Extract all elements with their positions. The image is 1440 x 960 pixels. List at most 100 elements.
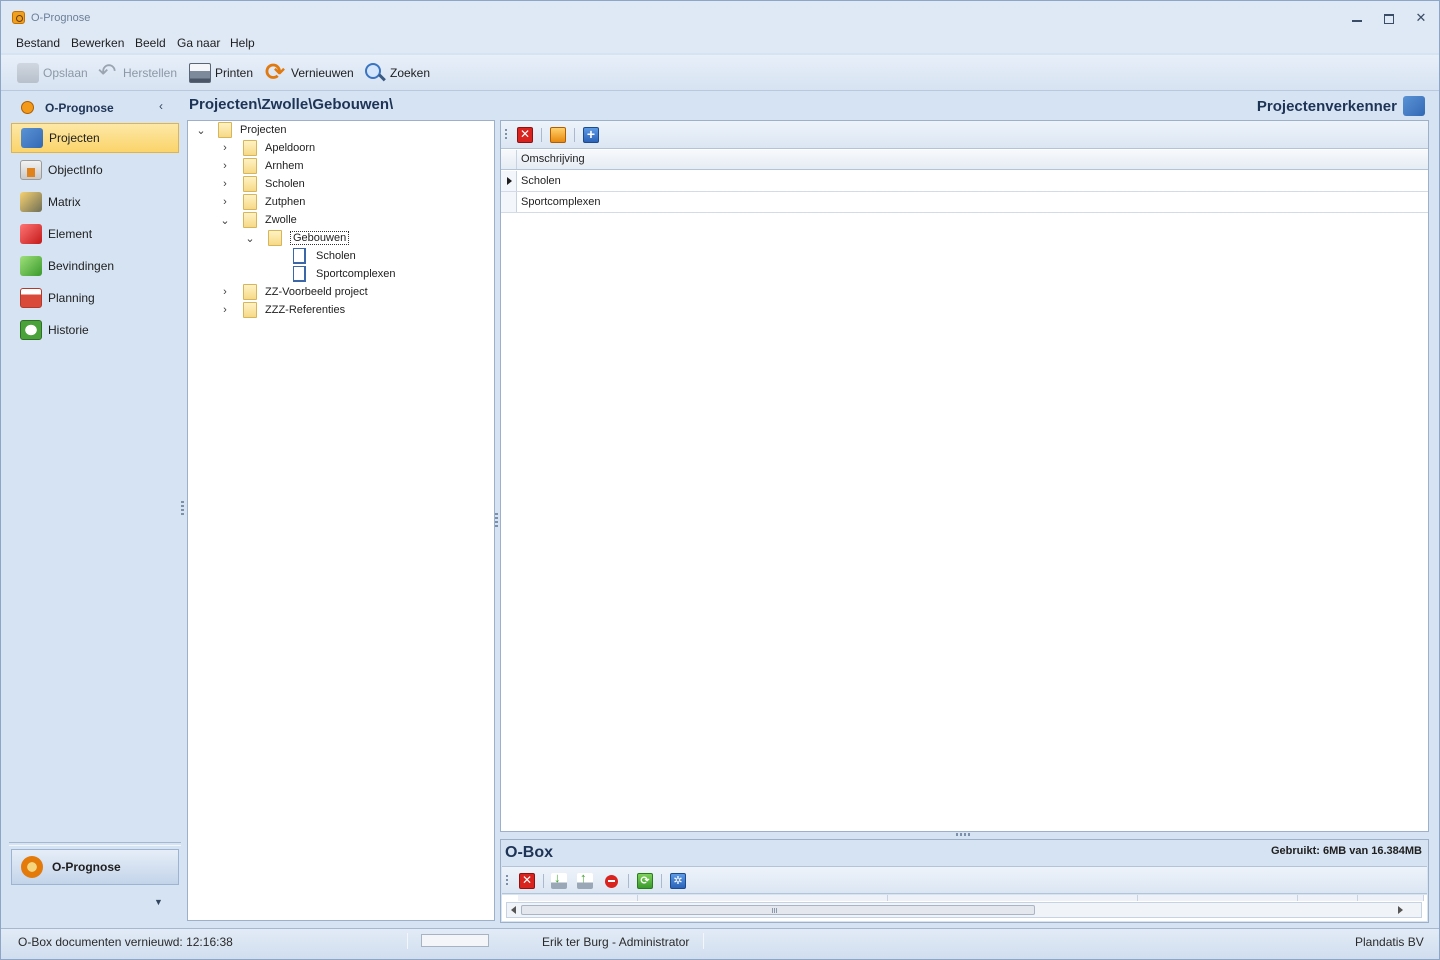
- nav-item-projecten[interactable]: Projecten: [11, 123, 179, 153]
- nav-bottom-o-prognose[interactable]: O-Prognose: [11, 849, 179, 885]
- menu-bestand[interactable]: Bestand: [16, 36, 60, 50]
- app-window: O-Prognose ✕ Bestand Bewerken Beeld Ga n…: [0, 0, 1440, 960]
- chevron-down-icon[interactable]: ▼: [154, 897, 163, 907]
- scroll-left-icon[interactable]: [511, 906, 516, 914]
- chevron-right-icon[interactable]: ›: [218, 304, 232, 316]
- folder-icon: [243, 212, 257, 228]
- matrix-folder-icon: [20, 192, 42, 212]
- obox-download-button[interactable]: [551, 870, 567, 889]
- chevron-down-icon[interactable]: ⌄: [194, 124, 208, 137]
- nav-header: O-Prognose ‹: [9, 94, 181, 120]
- folder-icon: [243, 284, 257, 300]
- toolbar-grip[interactable]: [505, 129, 507, 141]
- nav-item-label: Element: [48, 227, 93, 241]
- obox-column-header[interactable]: [638, 895, 888, 901]
- print-button[interactable]: Printen: [189, 62, 253, 84]
- chevron-down-icon[interactable]: ⌄: [243, 232, 257, 245]
- project-tree: ⌄ Projecten › Apeldoorn › Arnhem › Schol…: [187, 120, 495, 921]
- nav-header-title: O-Prognose: [45, 101, 114, 115]
- table-row[interactable]: Scholen: [501, 171, 1428, 192]
- tree-node-zzz-referenties[interactable]: › ZZZ-Referenties: [218, 301, 345, 319]
- nav-splitter-grip[interactable]: [181, 501, 184, 515]
- obox-column-header[interactable]: [888, 895, 1138, 901]
- tree-node-zwolle[interactable]: ⌄ Zwolle: [218, 211, 297, 229]
- toolbar-separator: [574, 128, 575, 142]
- delete-button[interactable]: ✕: [517, 127, 533, 143]
- tree-node-gebouwen-sportcomplexen[interactable]: Sportcomplexen: [293, 265, 396, 283]
- nav-item-planning[interactable]: Planning: [11, 283, 179, 313]
- chevron-right-icon[interactable]: ›: [218, 196, 232, 208]
- chevron-down-icon[interactable]: ⌄: [218, 214, 232, 227]
- tree-splitter-grip[interactable]: [495, 513, 498, 527]
- document-icon: [293, 248, 306, 264]
- chevron-right-icon[interactable]: ›: [218, 142, 232, 154]
- projects-explorer-icon: [1403, 96, 1425, 116]
- save-button[interactable]: Opslaan: [17, 62, 88, 84]
- undo-button[interactable]: Herstellen: [97, 59, 177, 85]
- menu-ga-naar[interactable]: Ga naar: [177, 36, 220, 50]
- menu-bewerken[interactable]: Bewerken: [71, 36, 124, 50]
- table-row[interactable]: Sportcomplexen: [501, 192, 1428, 213]
- chevron-right-icon[interactable]: ›: [218, 160, 232, 172]
- nav-item-bevindingen[interactable]: Bevindingen: [11, 251, 179, 281]
- details-grid-panel: ✕ + Omschrijving Scholen Sportcomplexen: [500, 120, 1429, 832]
- obox-settings-button[interactable]: ✲: [670, 873, 686, 889]
- menu-beeld[interactable]: Beeld: [135, 36, 166, 50]
- nav-item-matrix[interactable]: Matrix: [11, 187, 179, 217]
- chevron-right-icon[interactable]: ›: [218, 178, 232, 190]
- obox-grid: [502, 895, 1427, 921]
- tree-node-arnhem[interactable]: › Arnhem: [218, 157, 304, 175]
- obox-toolbar: ✕ ⟳ ✲: [502, 866, 1427, 894]
- obox-column-header[interactable]: [1298, 895, 1358, 901]
- search-button[interactable]: Zoeken: [364, 62, 430, 84]
- obox-column-header[interactable]: [518, 895, 638, 901]
- tree-node-apeldoorn[interactable]: › Apeldoorn: [218, 139, 315, 157]
- nav-item-objectinfo[interactable]: ObjectInfo: [11, 155, 179, 185]
- obox-remove-button[interactable]: [605, 875, 618, 888]
- tree-node-scholen[interactable]: › Scholen: [218, 175, 305, 193]
- nav-item-element[interactable]: Element: [11, 219, 179, 249]
- tree-node-gebouwen[interactable]: ⌄ Gebouwen: [243, 229, 350, 247]
- tree-node-label: Arnhem: [265, 160, 304, 172]
- menu-help[interactable]: Help: [230, 36, 255, 50]
- title-bar: O-Prognose ✕: [1, 1, 1439, 33]
- row-indicator: [501, 192, 517, 212]
- grid-header: Omschrijving: [501, 150, 1428, 170]
- refresh-label: Vernieuwen: [291, 66, 354, 80]
- minimize-button[interactable]: [1347, 9, 1369, 27]
- tree-node-label: Zutphen: [265, 196, 306, 208]
- obox-upload-button[interactable]: [577, 870, 593, 889]
- maximize-button[interactable]: [1379, 9, 1401, 27]
- nav-bottom-label: O-Prognose: [52, 860, 121, 874]
- status-bar: O-Box documenten vernieuwd: 12:16:38 Eri…: [1, 928, 1439, 959]
- tree-node-projecten[interactable]: ⌄ Projecten: [194, 121, 286, 139]
- scrollbar-thumb[interactable]: [521, 905, 1035, 915]
- tree-node-zutphen[interactable]: › Zutphen: [218, 193, 305, 211]
- o-prognose-logo-icon: [21, 856, 43, 878]
- close-button[interactable]: ✕: [1410, 9, 1432, 27]
- nav-splitter[interactable]: [9, 842, 181, 846]
- folder-icon: [243, 194, 257, 210]
- folder-icon: [268, 230, 282, 246]
- nav-item-label: Bevindingen: [48, 259, 115, 273]
- tree-node-gebouwen-scholen[interactable]: Scholen: [293, 247, 356, 265]
- add-button[interactable]: +: [583, 127, 599, 143]
- tree-node-zz-voorbeeld[interactable]: › ZZ-Voorbeeld project: [218, 283, 368, 301]
- folder-icon: [243, 140, 257, 156]
- obox-splitter-grip[interactable]: [956, 833, 972, 836]
- column-header-omschrijving[interactable]: Omschrijving: [521, 153, 585, 165]
- obox-column-header[interactable]: [1358, 895, 1424, 901]
- obox-sync-button[interactable]: ⟳: [637, 873, 653, 889]
- edit-button[interactable]: [550, 127, 566, 143]
- chevron-right-icon[interactable]: ›: [218, 286, 232, 298]
- obox-delete-button[interactable]: ✕: [519, 873, 535, 889]
- collapse-pane-icon[interactable]: ‹: [159, 99, 163, 113]
- obox-horizontal-scrollbar[interactable]: [506, 902, 1422, 918]
- obox-column-header[interactable]: [1138, 895, 1298, 901]
- scroll-right-icon[interactable]: [1398, 906, 1403, 914]
- refresh-button[interactable]: Vernieuwen: [265, 58, 354, 87]
- current-row-indicator: [501, 171, 517, 191]
- toolbar-grip[interactable]: [506, 875, 508, 887]
- explorer-title: Projectenverkenner: [1256, 98, 1397, 115]
- nav-item-historie[interactable]: Historie: [11, 315, 179, 345]
